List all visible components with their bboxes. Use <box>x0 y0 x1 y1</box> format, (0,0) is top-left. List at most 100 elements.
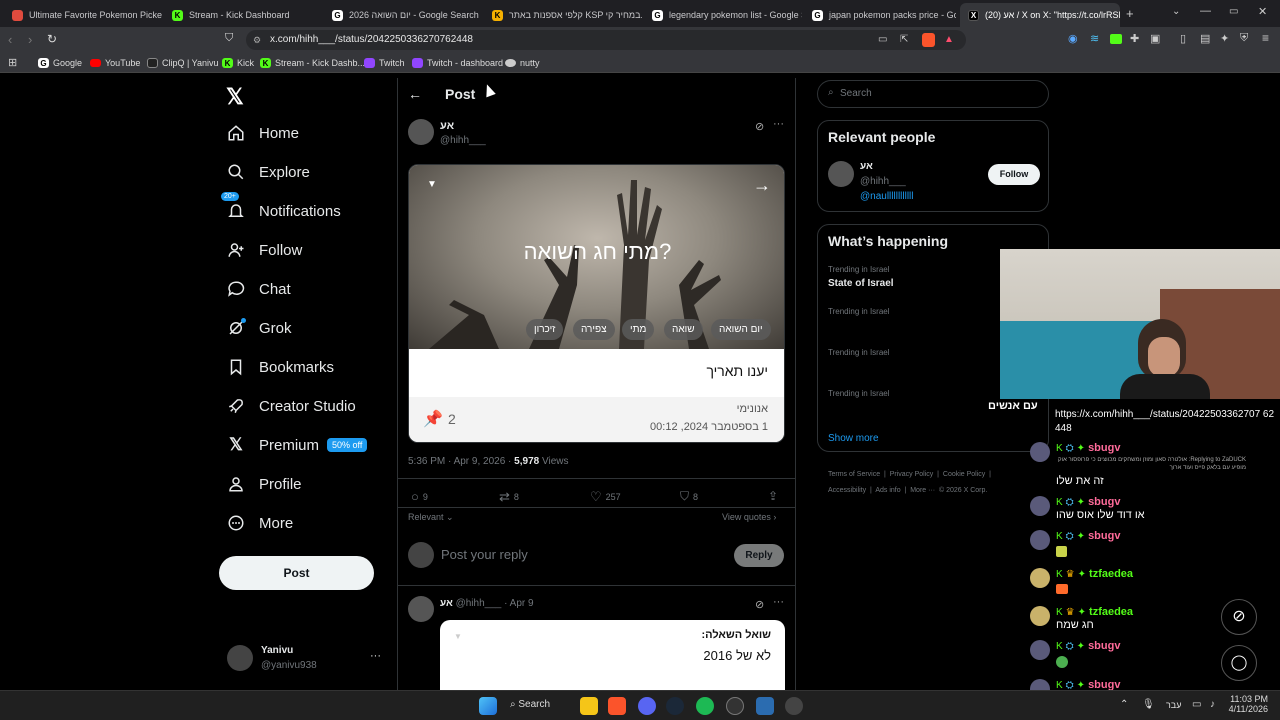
show-more-link[interactable]: Show more <box>828 433 879 444</box>
card-tag[interactable]: יום השואה <box>711 319 771 340</box>
nav-explore[interactable]: Explore <box>227 163 310 181</box>
search-input[interactable]: ⌕ Search <box>817 80 1049 108</box>
card-tag[interactable]: מתי <box>622 319 655 340</box>
bookmark-page-icon[interactable]: ⛉ <box>225 32 233 45</box>
language-indicator[interactable]: עבר <box>1166 700 1181 710</box>
card-tag[interactable]: צפירה <box>573 319 615 340</box>
maximize-icon[interactable]: ▭ <box>1229 6 1238 17</box>
trend-title[interactable]: State of Israel <box>828 278 894 289</box>
card-tag[interactable]: זיכרון <box>526 319 564 340</box>
person-name[interactable]: אע <box>860 161 873 172</box>
apps-grid-icon[interactable]: ⊞ <box>8 56 17 69</box>
person-handle[interactable]: @hihh___ <box>860 176 906 187</box>
person-bio-link[interactable]: @naullllllllllll <box>860 191 914 202</box>
arrow-right-icon[interactable]: → <box>753 175 771 196</box>
grok-icon[interactable]: ⊘ <box>755 120 764 133</box>
obs-icon[interactable] <box>726 697 744 715</box>
follow-button[interactable]: Follow <box>988 164 1040 185</box>
like-action[interactable]: ♡ 257 <box>590 489 621 505</box>
microphone-icon[interactable]: 🎙 <box>1142 699 1155 710</box>
browser-tab[interactable]: G יום השואה 2026 - Google Search <box>324 3 482 27</box>
nav-follow[interactable]: Follow <box>227 241 302 259</box>
cast-icon[interactable]: ▭ <box>878 30 887 50</box>
clock[interactable]: 11:03 PM 4/11/2026 <box>1228 694 1268 714</box>
avatar[interactable] <box>227 645 253 671</box>
brave-shield-icon[interactable] <box>922 33 935 47</box>
nav-premium[interactable]: 𝕏 Premium 50% off <box>227 435 368 454</box>
grok-fab-icon[interactable]: ⊘ <box>1221 599 1257 635</box>
author-name[interactable]: אע <box>440 120 454 132</box>
wallet-icon[interactable]: ▣ <box>1150 32 1160 45</box>
post-button[interactable]: Post <box>219 556 374 590</box>
bookmark-action[interactable]: ⛉ 8 <box>680 489 698 504</box>
nav-profile[interactable]: Profile <box>227 475 302 493</box>
more-options-icon[interactable]: ··· <box>773 118 784 130</box>
windows-start-icon[interactable] <box>479 697 497 715</box>
nav-creator-studio[interactable]: Creator Studio <box>227 397 356 415</box>
file-explorer-icon[interactable] <box>580 697 598 715</box>
puzzle-icon[interactable]: ✚ <box>1130 32 1139 45</box>
vpn-icon[interactable]: ⛨ <box>1240 32 1248 45</box>
tab-search-icon[interactable]: ⌄ <box>1172 6 1180 17</box>
browser-tab[interactable]: Kקלפי אספנות באתר KSP במחיר קי... <box>484 3 642 27</box>
messages-fab-icon[interactable]: ◯ <box>1221 645 1257 681</box>
app-icon[interactable] <box>785 697 803 715</box>
bookmark-google[interactable]: G Google <box>38 56 82 70</box>
x-logo-icon[interactable]: 𝕏 <box>226 84 244 110</box>
reply-input[interactable]: Post your reply <box>441 547 528 562</box>
footer-links[interactable]: Terms of Service | Privacy Policy | Cook… <box>828 471 991 478</box>
nav-notifications[interactable]: 20+ Notifications <box>221 192 341 220</box>
nav-home[interactable]: Home <box>227 124 299 142</box>
bookmark-kick[interactable]: K Kick <box>222 56 254 70</box>
reload-icon[interactable]: ↻ <box>47 32 57 46</box>
sidebar-icon[interactable]: ▯ <box>1180 32 1186 45</box>
spotify-icon[interactable] <box>696 697 714 715</box>
wallet-icon[interactable]: ▤ <box>1200 32 1210 45</box>
nav-more[interactable]: More <box>227 514 293 532</box>
back-arrow-icon[interactable]: ← <box>408 86 422 102</box>
extension-icon[interactable]: ≋ <box>1090 32 1099 45</box>
brave-rewards-icon[interactable]: ▲ <box>944 30 954 50</box>
back-icon[interactable]: ‹ <box>8 32 12 47</box>
nav-chat[interactable]: Chat <box>227 280 291 298</box>
minimize-icon[interactable]: — <box>1200 5 1211 17</box>
nav-grok[interactable]: Grok <box>227 318 292 337</box>
site-info-icon[interactable]: ⚙ <box>253 30 261 50</box>
reply-header[interactable]: אע @hihh___ · Apr 9 <box>440 598 534 609</box>
avatar[interactable] <box>408 596 434 622</box>
reply-action[interactable]: ○ 9 <box>411 489 428 504</box>
brave-icon[interactable] <box>608 697 626 715</box>
new-tab-icon[interactable]: + <box>1126 6 1134 21</box>
taskbar-search[interactable]: ⌕ Search <box>510 699 550 710</box>
window-close-icon[interactable]: ✕ <box>1258 5 1267 18</box>
author-handle[interactable]: @hihh___ <box>440 135 486 146</box>
bookmark-nutty[interactable]: nutty <box>505 56 540 70</box>
grok-icon[interactable]: ⊘ <box>755 598 764 611</box>
tray-chevron-icon[interactable]: ⌃ <box>1120 699 1128 710</box>
steam-icon[interactable] <box>666 697 684 715</box>
bookmark-kick-dashboard[interactable]: K Stream - Kick Dashb... <box>260 56 365 70</box>
share-action[interactable]: ⇪ <box>768 489 778 503</box>
nav-bookmarks[interactable]: Bookmarks <box>227 358 334 376</box>
browser-tab[interactable]: Glegendary pokemon list - Google Se... <box>644 3 802 27</box>
footer-links[interactable]: Accessibility | Ads info | More ··· © 20… <box>828 487 987 494</box>
leo-icon[interactable]: ✦ <box>1220 32 1229 45</box>
card-tag[interactable]: שואה <box>664 319 703 340</box>
account-menu-icon[interactable]: ··· <box>370 650 381 662</box>
share-icon[interactable]: ⇱ <box>900 30 908 50</box>
extension-icon[interactable] <box>1110 34 1122 44</box>
browser-tab[interactable]: K Stream - Kick Dashboard <box>164 3 322 27</box>
bookmark-twitch[interactable]: Twitch <box>364 56 405 70</box>
network-icon[interactable]: ▭ <box>1192 699 1201 710</box>
reply-card[interactable]: ▼ שואל השאלה: לא של 2016 <box>440 620 785 690</box>
bookmark-youtube[interactable]: YouTube <box>90 56 140 70</box>
discord-icon[interactable] <box>638 697 656 715</box>
post-card[interactable]: ▼ → מתי חג השואה? יום השואה שואה מתי צפי… <box>408 164 785 443</box>
extension-icon[interactable]: ◉ <box>1068 32 1078 45</box>
more-options-icon[interactable]: ··· <box>773 596 784 608</box>
app-icon[interactable] <box>756 697 774 715</box>
reply-button[interactable]: Reply <box>734 544 784 567</box>
url-field[interactable]: ⚙ x.com/hihh___/status/20422503362707624… <box>246 30 966 50</box>
repost-action[interactable]: ⇄ 8 <box>499 489 519 505</box>
volume-icon[interactable]: ♪ <box>1210 699 1215 710</box>
